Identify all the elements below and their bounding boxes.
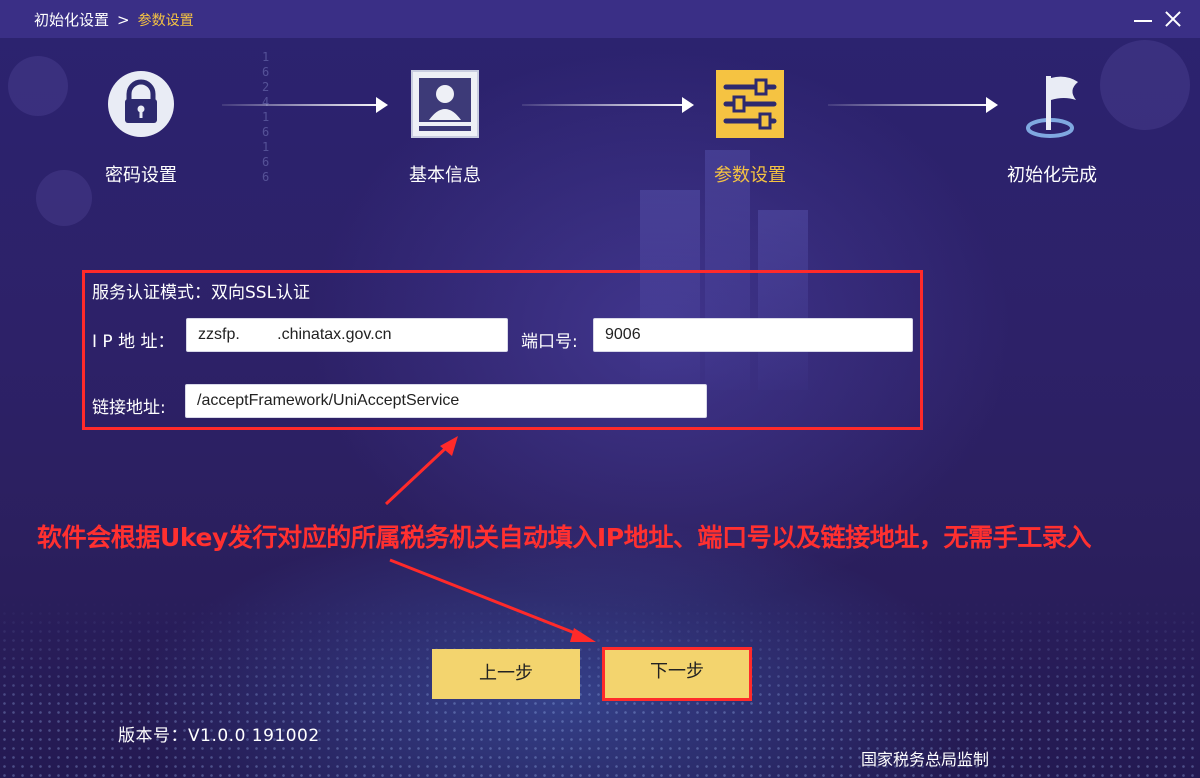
next-step-button[interactable]: 下一步 [602, 647, 752, 701]
step-label: 密码设置 [105, 165, 177, 186]
lock-icon [108, 71, 174, 137]
port-label: 端口号: [521, 332, 578, 352]
step-label: 初始化完成 [1007, 165, 1097, 186]
breadcrumb-separator: > [117, 11, 130, 29]
previous-step-button[interactable]: 上一步 [432, 649, 580, 699]
link-address-field[interactable]: /acceptFramework/UniAcceptService [185, 384, 707, 418]
annotation-text: 软件会根据Ukey发行对应的所属税务机关自动填入IP地址、端口号以及链接地址，无… [37, 523, 1092, 552]
breadcrumb-root: 初始化设置 [34, 11, 110, 29]
sliders-icon [716, 70, 784, 138]
close-button[interactable] [1160, 6, 1186, 32]
server-settings-panel: 服务认证模式：双向SSL认证 I P 地 址： zzsfp. .chinatax… [82, 270, 923, 430]
flag-icon [1026, 76, 1078, 138]
step-label: 基本信息 [409, 165, 481, 186]
version-text: 版本号：V1.0.0 191002 [118, 726, 320, 746]
link-label: 链接地址: [92, 398, 166, 418]
breadcrumb-current: 参数设置 [137, 13, 194, 29]
step-arrow [828, 97, 998, 113]
footer-org-text: 国家税务总局监制 [861, 750, 990, 769]
auth-mode-text: 服务认证模式：双向SSL认证 [92, 283, 311, 303]
bg-bubble [8, 56, 68, 116]
port-field[interactable]: 9006 [593, 318, 913, 352]
init-settings-window: 162416166 初始化设置 > 参数设置 密码设置 基本信息 参数设置 初始… [0, 0, 1200, 778]
bg-digits: 162416166 [262, 50, 270, 184]
title-bar: 初始化设置 > 参数设置 [0, 0, 1200, 38]
minimize-button[interactable] [1130, 6, 1156, 32]
step-arrow [522, 97, 694, 113]
id-card-icon [411, 70, 479, 138]
ip-address-field[interactable]: zzsfp. .chinatax.gov.cn [186, 318, 508, 352]
bg-dot-field [0, 600, 1200, 778]
step-label: 参数设置 [714, 165, 786, 186]
step-arrow [222, 97, 388, 113]
breadcrumb: 初始化设置 > 参数设置 [34, 9, 194, 30]
ip-label: I P 地 址： [92, 332, 175, 352]
bg-bubble [1100, 40, 1190, 130]
